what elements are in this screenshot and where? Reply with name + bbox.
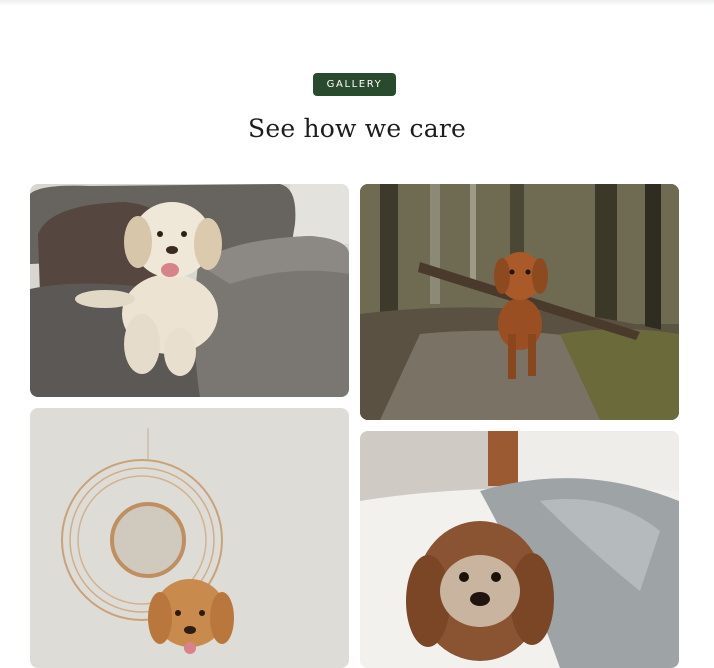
section-heading: See how we care (248, 114, 466, 143)
mirror-dog-image (30, 408, 349, 668)
gallery-photo-sofa-dog[interactable] (30, 184, 349, 397)
bed-dog-image (360, 431, 679, 668)
forest-dog-image (360, 184, 679, 420)
section-badge: GALLERY (313, 73, 396, 96)
sofa-dog-image (30, 184, 349, 397)
header-shadow (0, 0, 714, 6)
gallery-photo-forest-dog[interactable] (360, 184, 679, 420)
gallery-photo-bed-dog[interactable] (360, 431, 679, 668)
gallery-photo-mirror-dog[interactable] (30, 408, 349, 668)
